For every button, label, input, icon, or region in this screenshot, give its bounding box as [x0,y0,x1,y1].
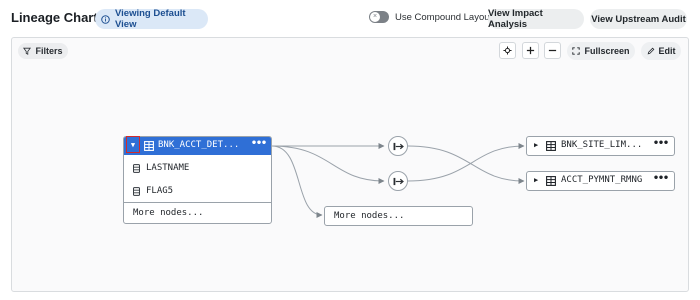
more-nodes-node[interactable]: More nodes... [324,206,473,226]
viewing-default-view-button[interactable]: Viewing Default View [95,8,208,30]
compound-layout-toggle-group: × Use Compound Layout [369,11,492,23]
table-icon [546,176,556,186]
column-label: FLAG5 [146,186,174,196]
column-label: LASTNAME [146,163,190,173]
process-node[interactable] [388,171,408,191]
info-icon [101,14,110,24]
lineage-edges [271,143,525,218]
source-table-node[interactable]: ▼ BNK_ACCT_DET... ••• LASTNAME FLAG5 Mor… [123,136,272,224]
column-icon [133,163,140,173]
process-icon [393,142,404,150]
compound-layout-label: Use Compound Layout [395,11,493,23]
process-node[interactable] [388,136,408,156]
target-node-menu-button[interactable]: ••• [653,138,669,149]
source-node-label: BNK_ACCT_DET... [158,140,240,150]
edge-source-proc2 [271,145,385,184]
edge-proc1-target2 [407,145,525,184]
compound-layout-toggle[interactable]: × [369,11,389,23]
collapse-toggle-button[interactable]: ▼ [126,136,140,153]
view-upstream-audit-button[interactable]: View Upstream Audit [590,9,687,29]
process-icon [393,177,404,185]
source-more-nodes-row[interactable]: More nodes... [124,202,271,223]
column-icon [133,186,140,196]
table-icon [144,141,154,151]
target-table-node[interactable]: ▶ BNK_SITE_LIM... ••• [526,136,675,156]
top-bar: Lineage Chart Viewing Default View × Use… [0,0,700,36]
lineage-canvas[interactable]: Filters Fullscreen Edit ▼ BNK_ACCT_DET..… [11,37,689,292]
target-node-menu-button[interactable]: ••• [653,173,669,184]
view-impact-analysis-button[interactable]: View Impact Analysis [488,8,584,30]
edge-proc2-target1 [407,143,525,182]
caret-right-icon[interactable]: ▶ [534,141,538,149]
toggle-x-icon: × [370,12,380,22]
viewing-default-view-label: Viewing Default View [115,8,186,30]
table-icon [546,141,556,151]
edge-source-more [271,145,323,218]
source-node-menu-button[interactable]: ••• [251,138,267,149]
caret-right-icon[interactable]: ▶ [534,176,538,184]
column-row[interactable]: LASTNAME [124,157,271,179]
more-nodes-label: More nodes... [133,208,204,218]
target-node-label: BNK_SITE_LIM... [561,140,643,150]
source-node-header[interactable]: ▼ BNK_ACCT_DET... ••• [124,136,271,155]
target-node-label: ACCT_PYMNT_RMNG [561,175,643,185]
column-row[interactable]: FLAG5 [124,180,271,202]
page-title: Lineage Chart [11,10,98,25]
target-table-node[interactable]: ▶ ACCT_PYMNT_RMNG ••• [526,171,675,191]
more-nodes-label: More nodes... [334,211,405,221]
caret-down-icon: ▼ [130,140,136,149]
